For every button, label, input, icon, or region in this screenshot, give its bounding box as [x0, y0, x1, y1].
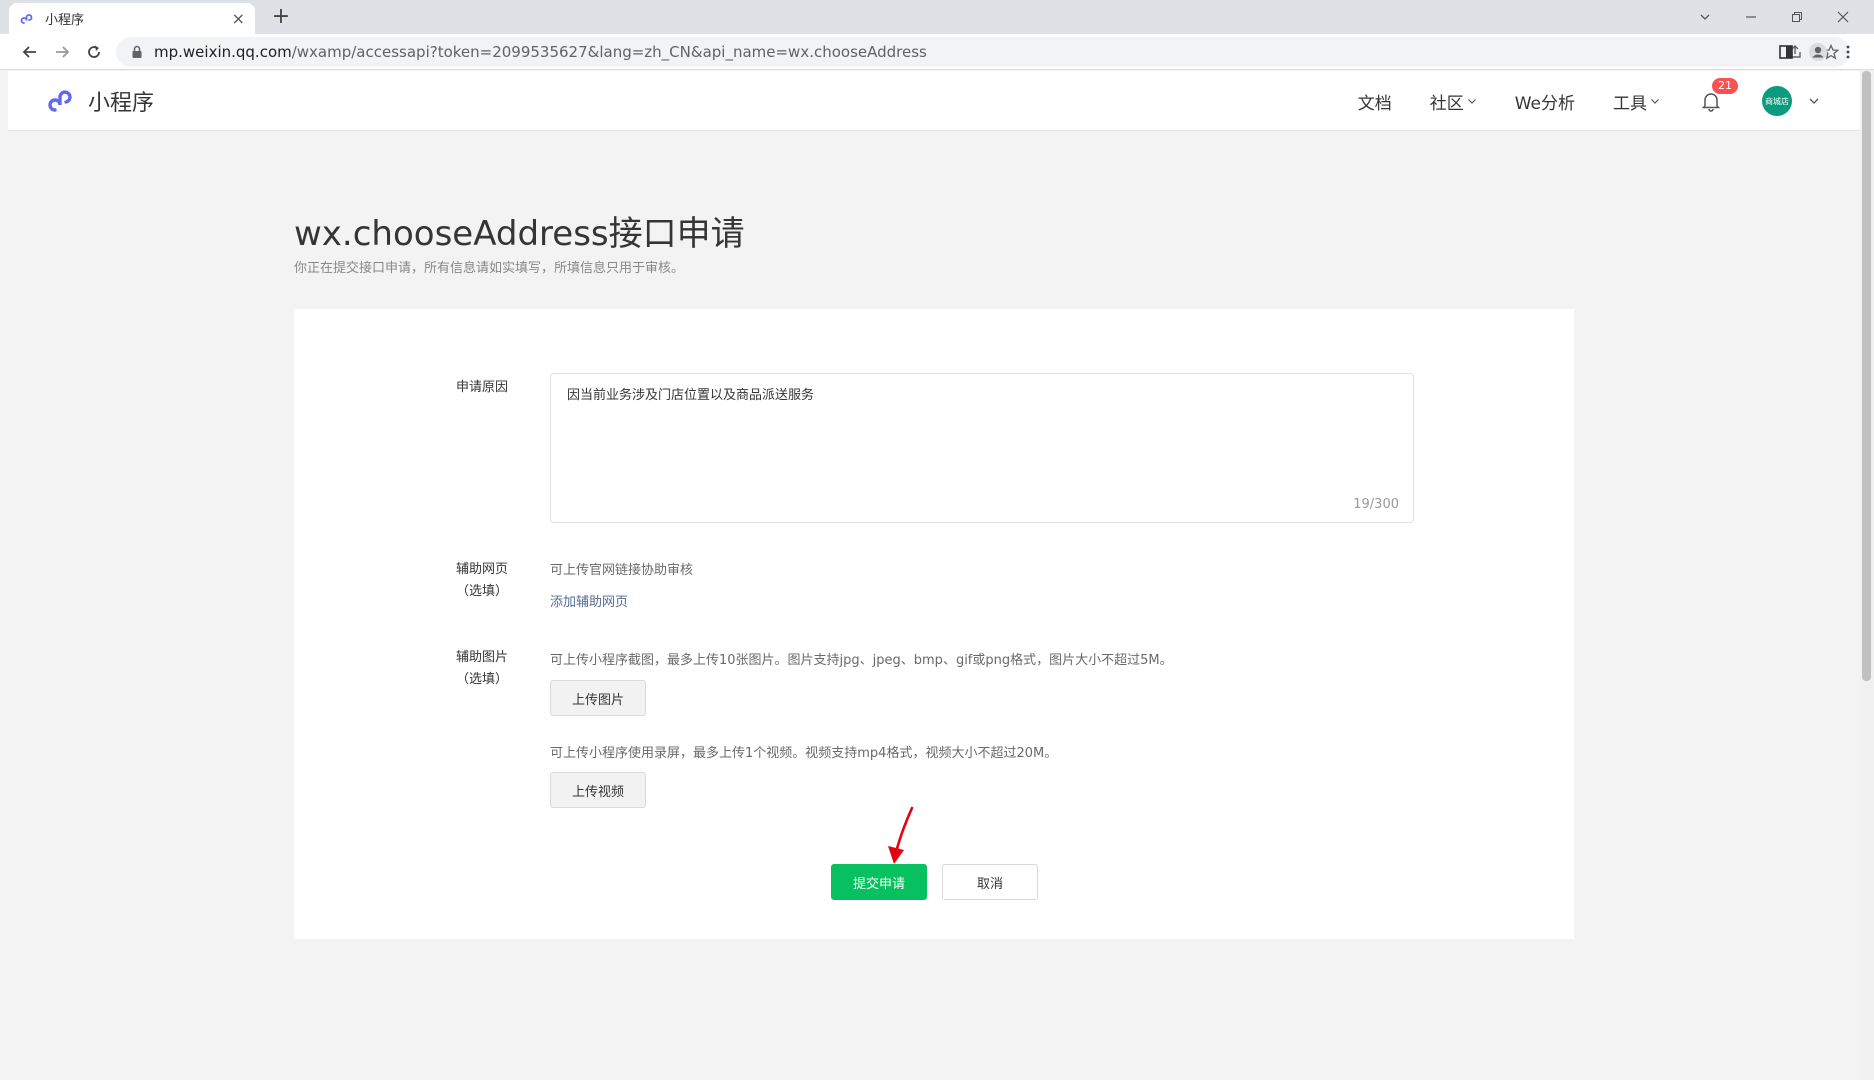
new-tab-button[interactable]: +	[268, 4, 294, 30]
submit-button[interactable]: 提交申请	[831, 864, 927, 900]
side-panel-icon[interactable]	[1770, 36, 1802, 68]
webpage-label-line1: 辅助网页	[455, 562, 508, 577]
reason-text: 因当前业务涉及门店位置以及商品派送服务	[567, 388, 815, 403]
browser-tab-bar: 小程序 × +	[0, 0, 1874, 34]
webpage-tip: 可上传官网链接协助审核	[550, 563, 694, 578]
lock-icon	[132, 45, 142, 58]
annotation-arrow-icon	[888, 806, 914, 864]
webpage-label: 辅助网页 （选填）	[442, 559, 522, 603]
brand-name: 小程序	[88, 91, 155, 116]
nav-community[interactable]: 社区	[1430, 89, 1477, 114]
forward-icon[interactable]	[46, 36, 78, 68]
miniprogram-logo-icon	[48, 90, 72, 112]
nav-community-label: 社区	[1429, 93, 1464, 114]
images-label-line2: （选填）	[455, 672, 508, 687]
add-webpage-link[interactable]: 添加辅助网页	[550, 591, 628, 610]
nav-docs[interactable]: 文档	[1358, 89, 1392, 114]
url-host: mp.weixin.qq.com	[154, 43, 292, 61]
vertical-scrollbar[interactable]	[1860, 71, 1874, 1080]
url-path: /wxamp/accessapi?token=2099535627&lang=z…	[291, 43, 927, 61]
tab-title: 小程序	[45, 13, 85, 28]
nav-docs-label: 文档	[1357, 93, 1392, 114]
nav-tools-label: 工具	[1613, 93, 1647, 114]
top-nav: 文档 社区 We分析 工具 21 商城店	[1320, 71, 1820, 131]
account-chevron-down-icon[interactable]	[1808, 95, 1820, 107]
reload-icon[interactable]	[78, 36, 110, 68]
nav-analytics[interactable]: We分析	[1515, 89, 1575, 114]
video-upload-tip: 可上传小程序使用录屏，最多上传1个视频。视频支持mp4格式，视频大小不超过20M…	[550, 746, 1058, 761]
notifications-button[interactable]: 21	[1700, 78, 1738, 112]
minimize-icon[interactable]	[1728, 0, 1774, 34]
image-upload-tip: 可上传小程序截图，最多上传10张图片。图片支持jpg、jpeg、bmp、gif或…	[550, 653, 1173, 668]
browser-toolbar: mp.weixin.qq.com/wxamp/accessapi?token=2…	[0, 34, 1874, 70]
images-label: 辅助图片 （选填）	[442, 647, 522, 691]
webpage-label-line2: （选填）	[455, 584, 508, 599]
nav-tools[interactable]: 工具	[1613, 89, 1660, 114]
restore-icon[interactable]	[1774, 0, 1820, 34]
chevron-down-icon	[1467, 99, 1476, 104]
notification-count-badge: 21	[1712, 78, 1738, 94]
tab-close-icon[interactable]: ×	[232, 10, 245, 27]
upload-image-button[interactable]: 上传图片	[550, 680, 646, 716]
site-header: 小程序 文档 社区 We分析 工具 21 商城店	[8, 71, 1860, 131]
images-label-line1: 辅助图片	[455, 650, 508, 665]
scrollbar-thumb[interactable]	[1862, 71, 1871, 681]
back-icon[interactable]	[14, 36, 46, 68]
tab-search-icon[interactable]	[1682, 0, 1728, 34]
nav-analytics-label: We分析	[1514, 93, 1575, 114]
cancel-button[interactable]: 取消	[942, 864, 1038, 900]
miniprogram-favicon-icon	[20, 13, 33, 24]
brand[interactable]: 小程序	[46, 85, 154, 117]
reason-char-counter: 19/300	[1353, 497, 1399, 512]
browser-tab[interactable]: 小程序 ×	[9, 3, 255, 34]
page-description: 你正在提交接口申请，所有信息请如实填写，所填信息只用于审核。	[294, 261, 685, 276]
browser-menu-icon[interactable]	[1832, 36, 1864, 68]
close-window-icon[interactable]	[1820, 0, 1866, 34]
address-bar[interactable]: mp.weixin.qq.com/wxamp/accessapi?token=2…	[116, 37, 1850, 67]
upload-video-button[interactable]: 上传视频	[550, 772, 646, 808]
reason-label: 申请原因	[455, 380, 508, 395]
chevron-down-icon	[1651, 99, 1659, 104]
application-form: 申请原因 因当前业务涉及门店位置以及商品派送服务 19/300 辅助网页 （选填…	[294, 309, 1574, 939]
reason-textarea[interactable]: 因当前业务涉及门店位置以及商品派送服务 19/300	[550, 373, 1414, 523]
avatar[interactable]: 商城店	[1762, 86, 1792, 116]
page-title: wx.chooseAddress接口申请	[294, 214, 745, 254]
profile-icon[interactable]	[1802, 36, 1834, 68]
